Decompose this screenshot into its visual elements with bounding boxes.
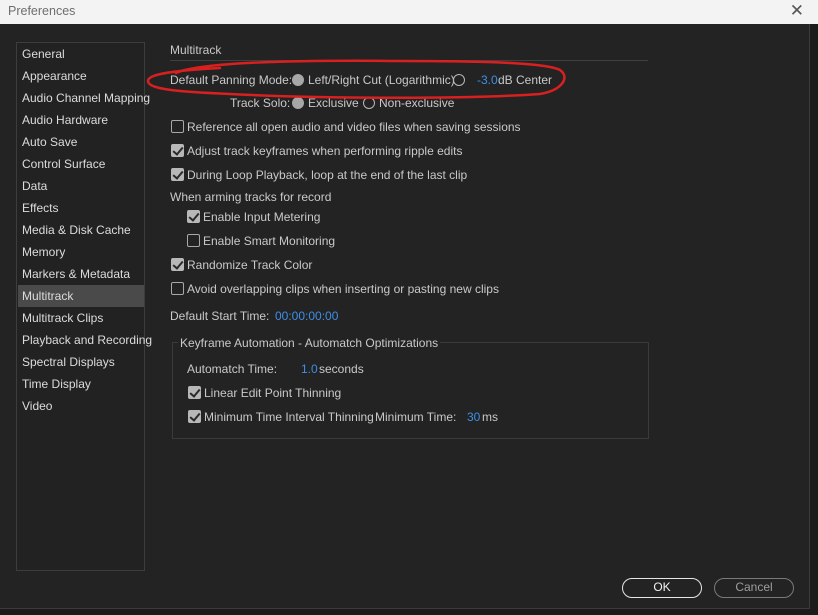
window-edge-bottom	[0, 609, 818, 615]
automatch-time-unit: seconds	[319, 362, 364, 376]
window-title: Preferences	[8, 4, 76, 18]
automatch-time-label: Automatch Time:	[187, 362, 278, 376]
min-interval-checkbox[interactable]	[188, 410, 201, 423]
reference-files-checkbox[interactable]	[171, 120, 184, 133]
track-solo-label: Track Solo:	[230, 96, 291, 110]
sidebar-item-multitrack[interactable]: Multitrack	[18, 285, 144, 307]
track-solo-radio-non-exclusive[interactable]	[363, 97, 375, 109]
sidebar-item-label: Appearance	[22, 69, 87, 83]
sidebar-item-audio-channel-mapping[interactable]: Audio Channel Mapping	[18, 87, 150, 109]
reference-files-label[interactable]: Reference all open audio and video files…	[187, 119, 521, 135]
sidebar-item-label: Video	[22, 399, 53, 413]
sidebar-item-time-display[interactable]: Time Display	[18, 373, 144, 395]
sidebar-item-label: Spectral Displays	[22, 355, 115, 369]
randomize-color-checkbox[interactable]	[171, 258, 184, 271]
loop-playback-checkbox[interactable]	[171, 168, 184, 181]
arming-tracks-heading: When arming tracks for record	[170, 190, 332, 204]
sidebar-item-label: Audio Hardware	[22, 113, 109, 127]
sidebar-item-auto-save[interactable]: Auto Save	[18, 131, 144, 153]
sidebar-item-appearance[interactable]: Appearance	[18, 65, 144, 87]
automation-group-title: Keyframe Automation - Automatch Optimiza…	[178, 335, 441, 351]
avoid-overlap-checkbox[interactable]	[171, 282, 184, 295]
sidebar-item-spectral-displays[interactable]: Spectral Displays	[18, 351, 144, 373]
section-title: Multitrack	[170, 43, 222, 57]
sidebar-item-label: Playback and Recording	[22, 333, 153, 347]
input-metering-label[interactable]: Enable Input Metering	[203, 209, 320, 225]
sidebar-item-label: Multitrack Clips	[22, 311, 104, 325]
track-solo-option-exclusive[interactable]: Exclusive	[308, 95, 359, 111]
close-icon[interactable]: ✕	[790, 2, 804, 20]
panning-mode-label: Default Panning Mode:	[170, 73, 293, 87]
title-bar: Preferences ✕	[0, 0, 818, 24]
avoid-overlap-label[interactable]: Avoid overlapping clips when inserting o…	[187, 281, 499, 297]
sidebar-item-playback-recording[interactable]: Playback and Recording	[18, 329, 152, 351]
sidebar-item-label: Data	[22, 179, 48, 193]
sidebar-item-video[interactable]: Video	[18, 395, 144, 417]
sidebar-item-label: Memory	[22, 245, 66, 259]
sidebar-item-label: Multitrack	[22, 289, 74, 303]
adjust-keyframes-label[interactable]: Adjust track keyframes when performing r…	[187, 143, 462, 159]
smart-monitoring-label[interactable]: Enable Smart Monitoring	[203, 233, 335, 249]
sidebar-item-media-disk-cache[interactable]: Media & Disk Cache	[18, 219, 144, 241]
randomize-color-label[interactable]: Randomize Track Color	[187, 257, 312, 273]
sidebar-item-audio-hardware[interactable]: Audio Hardware	[18, 109, 144, 131]
sidebar-item-label: General	[22, 47, 65, 61]
loop-playback-label[interactable]: During Loop Playback, loop at the end of…	[187, 167, 467, 183]
min-time-value[interactable]: 30	[467, 409, 480, 425]
sidebar-item-label: Markers & Metadata	[22, 267, 131, 281]
smart-monitoring-checkbox[interactable]	[187, 234, 200, 247]
sidebar-item-control-surface[interactable]: Control Surface	[18, 153, 144, 175]
window-edge-right	[810, 24, 818, 615]
panning-db-value[interactable]: -3.0	[477, 72, 498, 88]
sidebar-item-label: Effects	[22, 201, 59, 215]
linear-thinning-checkbox[interactable]	[188, 386, 201, 399]
start-time-value[interactable]: 00:00:00:00	[275, 308, 338, 324]
automatch-time-value[interactable]: 1.0	[301, 361, 318, 377]
sidebar-item-effects[interactable]: Effects	[18, 197, 144, 219]
sidebar-item-label: Audio Channel Mapping	[22, 91, 151, 105]
sidebar-item-label: Control Surface	[22, 157, 106, 171]
sidebar-item-label: Time Display	[22, 377, 91, 391]
sidebar-item-data[interactable]: Data	[18, 175, 144, 197]
min-time-unit: ms	[482, 410, 498, 424]
input-metering-checkbox[interactable]	[187, 210, 200, 223]
min-interval-label[interactable]: Minimum Time Interval Thinning	[204, 409, 374, 425]
sidebar-item-memory[interactable]: Memory	[18, 241, 144, 263]
sidebar-item-label: Media & Disk Cache	[22, 223, 131, 237]
panning-db-suffix: dB Center	[498, 73, 553, 87]
track-solo-radio-exclusive[interactable]	[292, 97, 304, 109]
linear-thinning-label[interactable]: Linear Edit Point Thinning	[204, 385, 341, 401]
cancel-button[interactable]: Cancel	[714, 578, 794, 598]
panning-option-left-right-cut[interactable]: Left/Right Cut (Logarithmic)	[308, 72, 455, 88]
sidebar-item-multitrack-clips[interactable]: Multitrack Clips	[18, 307, 144, 329]
sidebar-item-general[interactable]: General	[18, 43, 144, 65]
sidebar-item-markers-metadata[interactable]: Markers & Metadata	[18, 263, 144, 285]
min-time-label: Minimum Time:	[375, 410, 457, 424]
track-solo-option-non-exclusive[interactable]: Non-exclusive	[379, 95, 454, 111]
adjust-keyframes-checkbox[interactable]	[171, 144, 184, 157]
preferences-category-list: General Appearance Audio Channel Mapping…	[16, 42, 152, 571]
panning-radio-left-right-cut[interactable]	[292, 74, 304, 86]
start-time-label: Default Start Time:	[170, 309, 270, 323]
panning-radio-db-center[interactable]	[453, 74, 465, 86]
ok-button[interactable]: OK	[622, 578, 702, 598]
sidebar-item-label: Auto Save	[22, 135, 78, 149]
section-divider	[170, 60, 648, 61]
